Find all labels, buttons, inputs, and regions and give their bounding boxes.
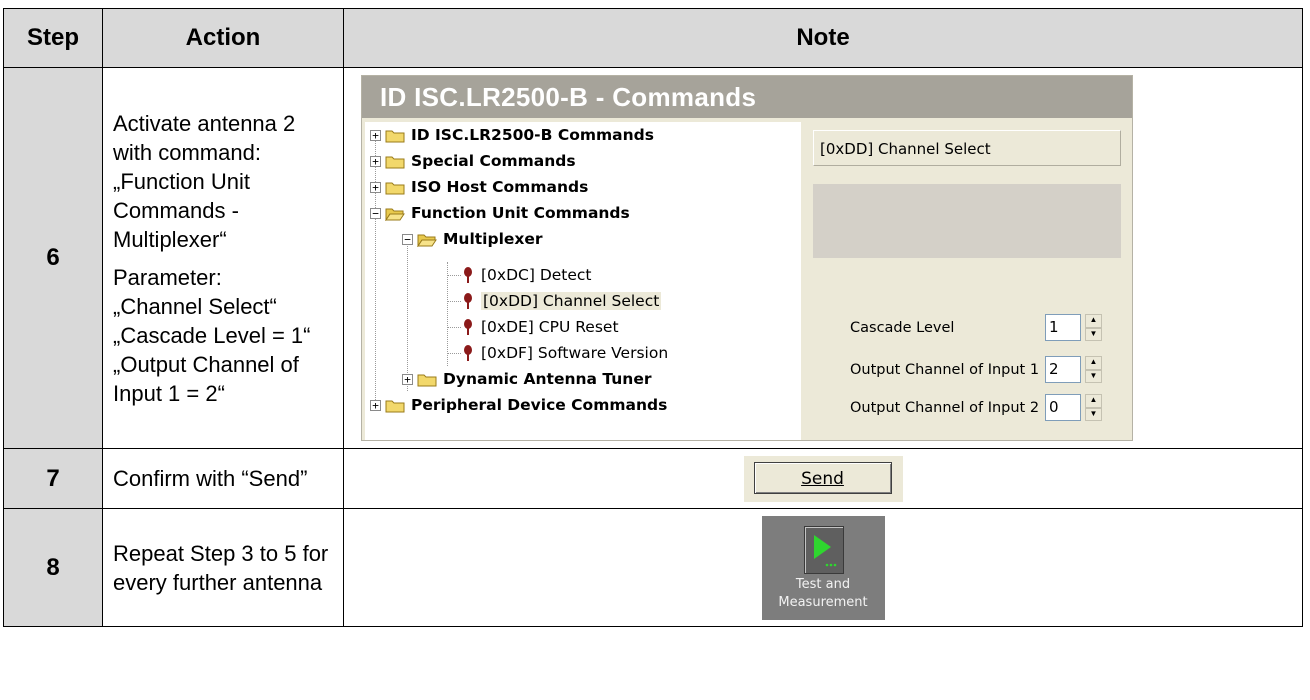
tree-item-function-unit-commands[interactable]: − Function Unit Commands <box>370 200 630 226</box>
param-label: Cascade Level <box>850 320 955 336</box>
tree-label: Dynamic Antenna Tuner <box>443 370 652 388</box>
step-action: Confirm with “Send” <box>102 448 344 509</box>
spin-down-icon[interactable]: ▼ <box>1085 407 1102 421</box>
tree-item-dynamic-antenna-tuner[interactable]: + Dynamic Antenna Tuner <box>402 366 652 392</box>
command-pin-icon <box>464 292 472 309</box>
spin-down-icon[interactable]: ▼ <box>1085 327 1102 341</box>
tree-item-detect[interactable]: [0xDC] Detect <box>462 262 592 288</box>
folder-icon <box>385 182 405 194</box>
action-text: Activate antenna 2 with command: „Functi… <box>113 110 296 252</box>
tree-label: Special Commands <box>411 152 576 170</box>
folder-icon <box>417 374 437 386</box>
tree-item-special-commands[interactable]: + Special Commands <box>370 148 576 174</box>
open-folder-icon <box>385 208 405 221</box>
spinner-value[interactable]: 1 <box>1045 314 1081 341</box>
step-row-6: 6 Activate antenna 2 with command: „Func… <box>3 67 1303 449</box>
step-number: 6 <box>3 67 103 449</box>
selected-command-header: [0xDD] Channel Select <box>813 130 1121 166</box>
step-note: ID ISC.LR2500-B - Commands + ID ISC.LR25… <box>343 67 1303 449</box>
spin-up-icon[interactable]: ▲ <box>1085 314 1102 328</box>
spin-up-icon[interactable]: ▲ <box>1085 394 1102 408</box>
cascade-level-spinner[interactable]: 1 ▲ ▼ <box>1045 314 1103 341</box>
step-row-8: 8 Repeat Step 3 to 5 for every further a… <box>3 508 1303 627</box>
output-channel-input-1-spinner[interactable]: 2 ▲ ▼ <box>1045 356 1103 383</box>
tree-label: Multiplexer <box>443 230 543 248</box>
tree-label-selected: [0xDD] Channel Select <box>481 292 662 310</box>
tree-label: [0xDE] CPU Reset <box>481 318 619 336</box>
expand-icon[interactable]: + <box>402 373 413 385</box>
spinner-value[interactable]: 0 <box>1045 394 1081 421</box>
steps-table: Step Action Note 6 Activate antenna 2 wi… <box>3 8 1303 627</box>
action-param-line: Parameter: <box>113 264 222 290</box>
action-param-line: „Channel Select“ <box>113 293 277 319</box>
header-note: Note <box>343 8 1303 68</box>
commands-window: ID ISC.LR2500-B - Commands + ID ISC.LR25… <box>361 75 1133 441</box>
label-line: Measurement <box>778 594 868 610</box>
test-and-measurement-label: Test and Measurement <box>762 576 885 612</box>
param-label: Output Channel of Input 2 <box>850 400 1040 416</box>
label-line: Test and <box>795 576 851 592</box>
command-pin-icon <box>464 266 472 283</box>
send-button[interactable]: Send <box>753 461 892 494</box>
window-title: ID ISC.LR2500-B - Commands <box>362 76 1132 118</box>
send-button-label: Send <box>801 468 844 489</box>
action-param-line: „Output Channel of Input 1 = 2“ <box>113 351 299 406</box>
output-channel-input-2-spinner[interactable]: 0 ▲ ▼ <box>1045 394 1103 421</box>
folder-icon <box>385 400 405 412</box>
command-tree[interactable]: + ID ISC.LR2500-B Commands + Special Com… <box>365 122 801 440</box>
step-action: Repeat Step 3 to 5 for every further ant… <box>102 508 344 627</box>
step-number: 7 <box>3 448 103 509</box>
expand-icon[interactable]: + <box>370 155 381 167</box>
action-param-line: „Cascade Level = 1“ <box>113 322 311 348</box>
step-action: Activate antenna 2 with command: „Functi… <box>102 67 344 449</box>
play-icon <box>803 525 844 574</box>
tree-item-id-isc-commands[interactable]: + ID ISC.LR2500-B Commands <box>370 122 654 148</box>
folder-icon <box>385 156 405 168</box>
tree-label: ISO Host Commands <box>411 178 589 196</box>
collapse-icon[interactable]: − <box>370 207 381 219</box>
tree-label: [0xDC] Detect <box>481 266 592 284</box>
step-note: Send <box>343 448 1303 509</box>
command-pin-icon <box>464 318 472 335</box>
header-row: Step Action Note <box>3 8 1303 68</box>
spin-down-icon[interactable]: ▼ <box>1085 369 1102 383</box>
param-label: Output Channel of Input 1 <box>850 362 1040 378</box>
send-button-area: Send <box>743 455 903 502</box>
step-note: Test and Measurement <box>343 508 1303 627</box>
expand-icon[interactable]: + <box>370 399 381 411</box>
tree-item-peripheral-device-commands[interactable]: + Peripheral Device Commands <box>370 392 667 418</box>
expand-icon[interactable]: + <box>370 129 381 141</box>
tree-label: Peripheral Device Commands <box>411 396 668 414</box>
spin-up-icon[interactable]: ▲ <box>1085 356 1102 370</box>
step-number: 8 <box>3 508 103 627</box>
header-step: Step <box>3 8 103 68</box>
step-row-7: 7 Confirm with “Send” Send <box>3 448 1303 509</box>
open-folder-icon <box>417 234 437 247</box>
command-description-box <box>813 184 1121 258</box>
test-and-measurement-button[interactable]: Test and Measurement <box>761 515 885 620</box>
tree-item-channel-select[interactable]: [0xDD] Channel Select <box>462 288 662 314</box>
tree-item-iso-host-commands[interactable]: + ISO Host Commands <box>370 174 588 200</box>
header-action: Action <box>102 8 344 68</box>
folder-icon <box>385 130 405 142</box>
command-detail-panel: [0xDD] Channel Select Cascade Level 1 ▲ ▼… <box>806 122 1132 440</box>
spinner-value[interactable]: 2 <box>1045 356 1081 383</box>
collapse-icon[interactable]: − <box>402 233 413 245</box>
tree-label: Function Unit Commands <box>411 204 630 222</box>
tree-label: ID ISC.LR2500-B Commands <box>411 126 654 144</box>
command-pin-icon <box>464 344 472 361</box>
tree-label: [0xDF] Software Version <box>481 344 669 362</box>
tree-item-cpu-reset[interactable]: [0xDE] CPU Reset <box>462 314 619 340</box>
tree-item-software-version[interactable]: [0xDF] Software Version <box>462 340 668 366</box>
tree-item-multiplexer[interactable]: − Multiplexer <box>402 226 543 252</box>
expand-icon[interactable]: + <box>370 181 381 193</box>
